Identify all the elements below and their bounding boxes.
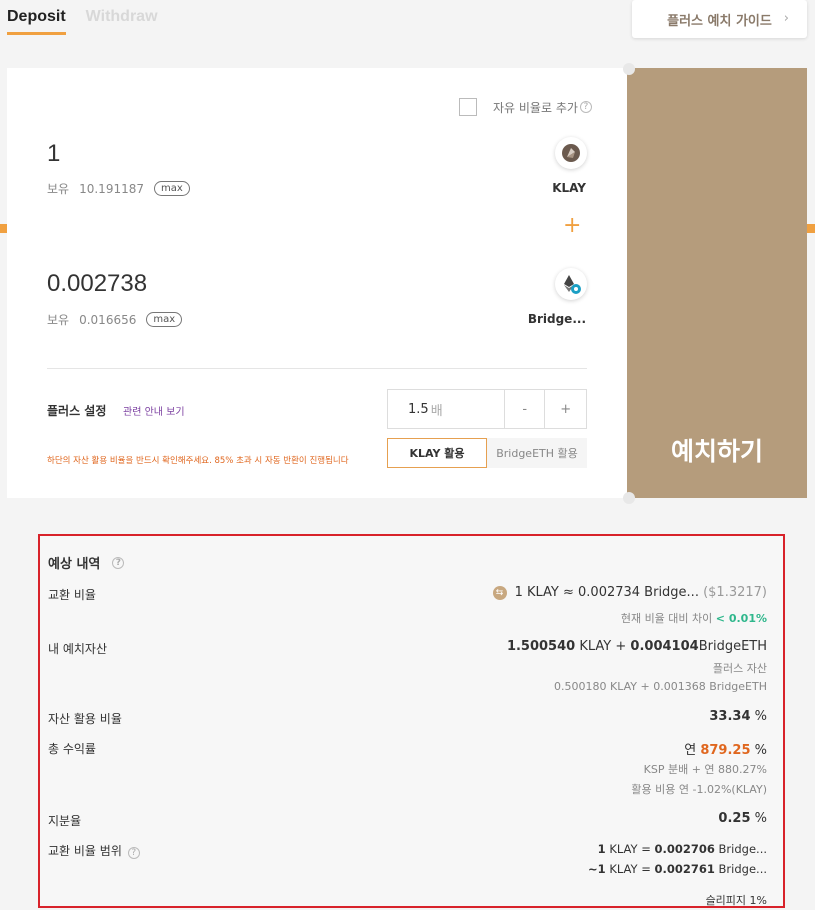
asset-use-toggle: KLAY 활용 BridgeETH 활용 — [387, 438, 587, 468]
exchange-range-label-text: 교환 비율 범위 — [48, 844, 122, 858]
yield-breakdown-ksp: KSP 분배 + 연 880.27% — [643, 763, 767, 776]
divider — [47, 368, 587, 369]
share-number: 0.25 — [718, 811, 751, 826]
range-min-value: 0.002706 — [654, 842, 715, 856]
multiplier-value: 1.5 — [408, 401, 429, 417]
yield-prefix: 연 — [684, 743, 697, 758]
my-deposit-value: 1.500540 KLAY + 0.004104BridgeETH — [507, 639, 767, 654]
decrease-button[interactable]: - — [505, 390, 546, 428]
exchange-range-max: ~1 KLAY = 0.002761 Bridge... — [588, 862, 767, 876]
balance-label: 보유 — [47, 313, 70, 327]
exchange-rate-usd: ($1.3217) — [703, 585, 767, 600]
multiplier-input[interactable]: 1.5 배 — [388, 390, 505, 428]
yield-number: 879.25 — [700, 743, 751, 758]
total-yield-label: 총 수익률 — [48, 742, 96, 756]
usage-warning-text: 하단의 자산 활용 비율을 반드시 확인해주세요. 85% 초과 시 자동 반환… — [47, 456, 349, 466]
token-a-balance: 보유 10.191187 max — [47, 180, 190, 197]
plus-setting-label: 플러스 설정 — [47, 404, 107, 418]
share-label: 지분율 — [48, 814, 82, 828]
slippage-text: 슬리피지 1% — [705, 894, 767, 907]
summary-title-text: 예상 내역 — [48, 557, 101, 572]
bridgeeth-token-icon — [555, 268, 587, 300]
token-a-amount-input[interactable]: 1 — [47, 140, 60, 168]
eth-unit: BridgeETH — [698, 639, 767, 654]
multiplier-unit: 배 — [430, 403, 443, 419]
usage-ratio-label: 자산 활용 비율 — [48, 712, 122, 726]
summary-title: 예상 내역 ? — [48, 553, 125, 572]
tab-deposit[interactable]: Deposit — [7, 8, 66, 35]
guide-button-label: 플러스 예치 가이드 — [667, 13, 772, 29]
range-max-value: 0.002761 — [654, 862, 715, 876]
range-min-prefix: 1 — [597, 842, 606, 856]
range-max-mid: KLAY = — [605, 862, 655, 876]
plus-deposit-guide-button[interactable]: 플러스 예치 가이드 › — [632, 0, 807, 38]
percent-unit: % — [754, 709, 767, 724]
usage-ratio-value: 33.34 % — [709, 709, 767, 724]
yield-breakdown-cost: 활용 비용 연 -1.02%(KLAY) — [631, 783, 767, 796]
percent-unit: % — [754, 743, 767, 758]
plus-icon: + — [563, 213, 582, 238]
klay-deposit-amount: 1.500540 — [506, 639, 576, 654]
free-ratio-label: 자유 비율로 추가 — [493, 100, 578, 115]
help-icon[interactable]: ? — [112, 556, 125, 569]
increase-button[interactable]: + — [545, 390, 586, 428]
exchange-range-min: 1 KLAY = 0.002706 Bridge... — [598, 842, 767, 856]
range-min-suffix: Bridge... — [714, 842, 767, 856]
exchange-range-label: 교환 비율 범위 ? — [48, 842, 140, 859]
exchange-rate-label: 교환 비율 — [48, 588, 96, 602]
max-button[interactable]: max — [154, 181, 190, 196]
share-value: 0.25 % — [718, 811, 767, 826]
token-b-name: Bridge... — [527, 312, 586, 326]
plus-asset-label: 플러스 자산 — [712, 662, 767, 675]
total-yield-value: 연 879.25 % — [684, 739, 767, 758]
klay-unit: KLAY — [579, 639, 612, 654]
swap-icon: ⇆ — [492, 585, 507, 600]
tab-bar: Deposit Withdraw — [7, 8, 158, 35]
token-b-balance: 보유 0.016656 max — [47, 311, 183, 328]
free-ratio-option[interactable]: 자유 비율로 추가 ? — [459, 98, 592, 116]
use-klay-option[interactable]: KLAY 활용 — [387, 438, 487, 468]
token-a-name: KLAY — [552, 181, 586, 195]
max-button[interactable]: max — [146, 312, 183, 327]
range-min-mid: KLAY = — [605, 842, 655, 856]
token-b-amount-input[interactable]: 0.002738 — [47, 270, 147, 298]
percent-unit: % — [754, 811, 767, 826]
usage-ratio-number: 33.34 — [709, 709, 751, 724]
rate-difference-label: 현재 비율 대비 차이 — [620, 612, 713, 625]
klay-token-icon — [555, 137, 587, 169]
eth-deposit-amount: 0.004104 — [630, 639, 699, 654]
balance-value: 0.016656 — [79, 312, 137, 327]
card-corner-dot — [623, 63, 635, 75]
plus-asset-value: 0.500180 KLAY + 0.001368 BridgeETH — [554, 680, 767, 693]
card-corner-dot — [623, 492, 635, 504]
expected-summary-panel: 예상 내역 ? 교환 비율 ⇆ 1 KLAY ≈ 0.002734 Bridge.… — [38, 534, 785, 908]
plus-text: + — [615, 639, 627, 654]
right-edge-marker — [807, 224, 815, 233]
plus-setting-guide-link[interactable]: 관련 안내 보기 — [123, 403, 185, 418]
use-bridgeeth-option[interactable]: BridgeETH 활용 — [487, 438, 587, 468]
chevron-right-icon: › — [783, 11, 789, 26]
rate-difference-value: < 0.01% — [715, 612, 767, 625]
free-ratio-checkbox[interactable] — [459, 98, 477, 116]
tab-withdraw[interactable]: Withdraw — [86, 8, 158, 35]
rate-difference: 현재 비율 대비 차이 < 0.01% — [621, 610, 767, 626]
help-icon[interactable]: ? — [579, 101, 592, 113]
help-icon[interactable]: ? — [127, 847, 140, 859]
exchange-rate-text: 1 KLAY ≈ 0.002734 Bridge... — [514, 585, 699, 600]
balance-value: 10.191187 — [79, 181, 144, 196]
deposit-button[interactable]: 예치하기 — [627, 68, 807, 498]
balance-label: 보유 — [47, 182, 70, 196]
multiplier-stepper: 1.5 배 - + — [387, 389, 587, 429]
range-max-suffix: Bridge... — [714, 862, 767, 876]
exchange-rate-value: ⇆ 1 KLAY ≈ 0.002734 Bridge... ($1.3217) — [492, 585, 767, 600]
my-deposit-label: 내 예치자산 — [48, 642, 108, 656]
range-max-prefix: ~1 — [588, 862, 606, 876]
deposit-form-card: 자유 비율로 추가 ? 1 보유 10.191187 max KLAY + 0.… — [7, 68, 627, 498]
